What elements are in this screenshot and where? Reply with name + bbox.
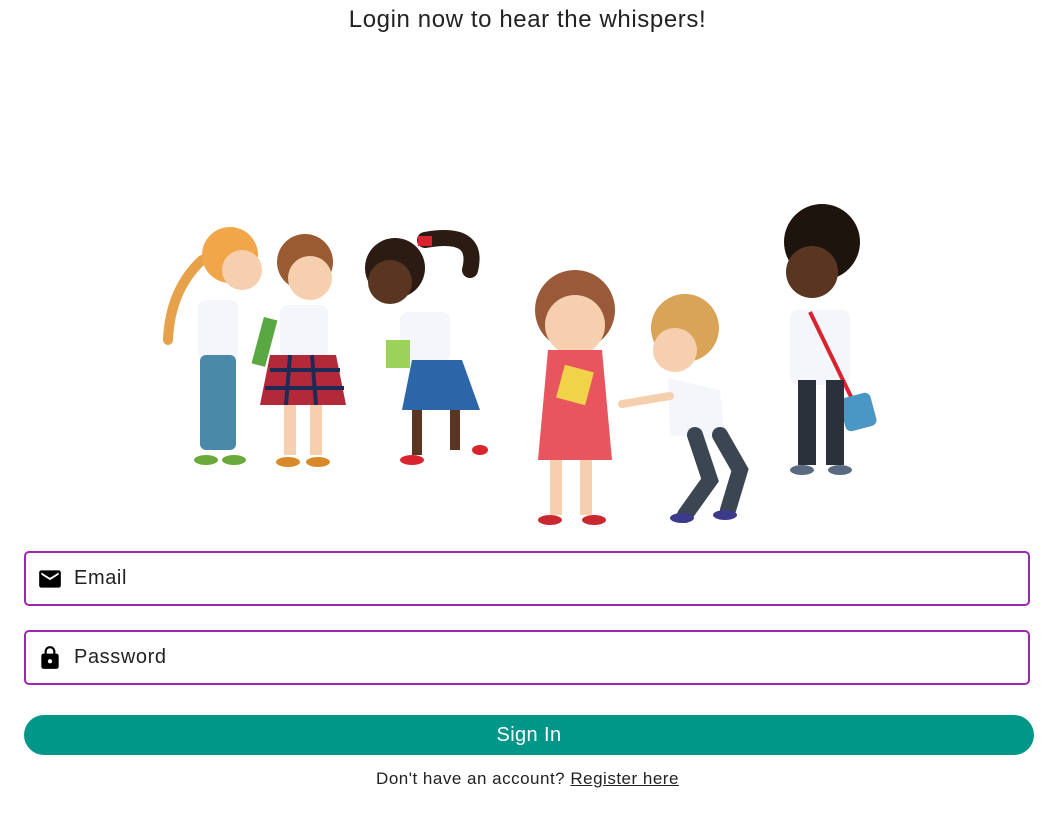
password-field[interactable] bbox=[24, 630, 1030, 685]
child-pointing-boy bbox=[618, 294, 749, 523]
child-blonde-girl bbox=[163, 227, 262, 465]
register-prompt-text: Don't have an account? bbox=[376, 769, 566, 788]
email-input[interactable] bbox=[74, 553, 1018, 604]
page-title: Login now to hear the whispers! bbox=[348, 6, 707, 33]
register-link[interactable]: Register here bbox=[570, 769, 679, 788]
email-field[interactable] bbox=[24, 551, 1030, 606]
register-prompt: Don't have an account? Register here bbox=[0, 769, 1055, 789]
child-bag-boy bbox=[784, 204, 877, 475]
child-bluesk-girl bbox=[365, 230, 488, 465]
mail-icon bbox=[39, 570, 61, 588]
lock-icon bbox=[41, 646, 59, 669]
child-sad-girl bbox=[535, 270, 615, 525]
password-input[interactable] bbox=[74, 632, 1018, 683]
children-whispering-illustration bbox=[163, 204, 877, 525]
sign-in-button[interactable]: Sign In bbox=[24, 715, 1034, 755]
child-tartan-girl bbox=[251, 234, 346, 467]
